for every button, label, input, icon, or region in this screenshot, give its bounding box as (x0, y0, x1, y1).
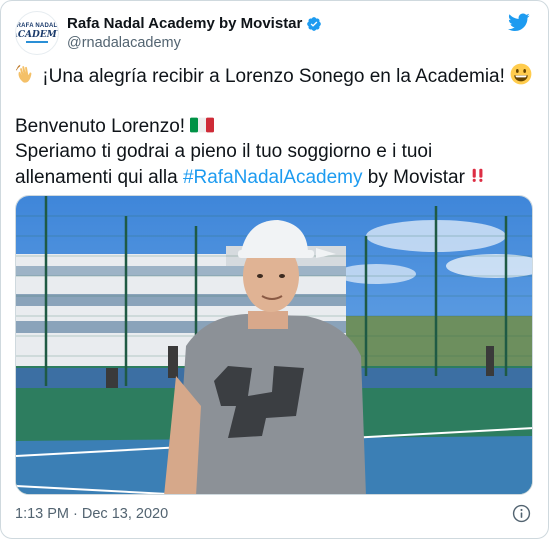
author-display-name[interactable]: Rafa Nadal Academy by Movistar (67, 15, 302, 33)
hashtag-link[interactable]: #RafaNadalAcademy (183, 167, 363, 188)
tweet-line-2-text: Benvenuto Lorenzo! (15, 116, 186, 137)
avatar-logo-top: RAFA NADAL (16, 23, 58, 29)
tweet-photo[interactable] (15, 195, 533, 495)
italy-flag-icon (190, 117, 215, 133)
avatar[interactable]: RAFA NADAL ACADEMY (15, 11, 59, 55)
info-icon[interactable] (512, 504, 531, 523)
tweet-line-4: allenamenti qui alla #RafaNadalAcademy b… (15, 164, 535, 190)
tweet-line-2: Benvenuto Lorenzo! (15, 114, 535, 139)
double-exclamation-icon (472, 168, 483, 182)
waving-hand-icon (15, 64, 32, 83)
tweet-line-3: Speriamo ti godrai a pieno il tuo soggio… (15, 141, 433, 162)
verified-badge-icon (307, 17, 322, 31)
grinning-face-icon (510, 63, 532, 85)
avatar-logo-main: ACADEMY (16, 30, 58, 40)
tweet-line-1-text: ¡Una alegría recibir a Lorenzo Sonego en… (42, 66, 505, 87)
twitter-bird-icon[interactable] (507, 11, 531, 33)
tweet-line-1: ¡Una alegría recibir a Lorenzo Sonego en… (15, 63, 535, 89)
tweet-card: RAFA NADAL ACADEMY Rafa Nadal Academy by… (0, 0, 549, 539)
tweet-timestamp[interactable]: 1:13 PM · Dec 13, 2020 (15, 506, 168, 522)
tweet-text: ¡Una alegría recibir a Lorenzo Sonego en… (15, 63, 535, 190)
author-info[interactable]: Rafa Nadal Academy by Movistar @rnadalac… (67, 15, 322, 53)
tennis-court-photo (16, 196, 532, 494)
tweet-header: RAFA NADAL ACADEMY Rafa Nadal Academy by… (15, 11, 535, 55)
avatar-logo-bar (26, 41, 48, 43)
author-handle[interactable]: @rnadalacademy (67, 34, 322, 53)
tweet-line-4-pre: allenamenti qui alla (15, 167, 183, 188)
author-name-row[interactable]: Rafa Nadal Academy by Movistar (67, 15, 322, 33)
tweet-footer: 1:13 PM · Dec 13, 2020 (15, 504, 535, 526)
tweet-line-4-post: by Movistar (362, 167, 465, 188)
